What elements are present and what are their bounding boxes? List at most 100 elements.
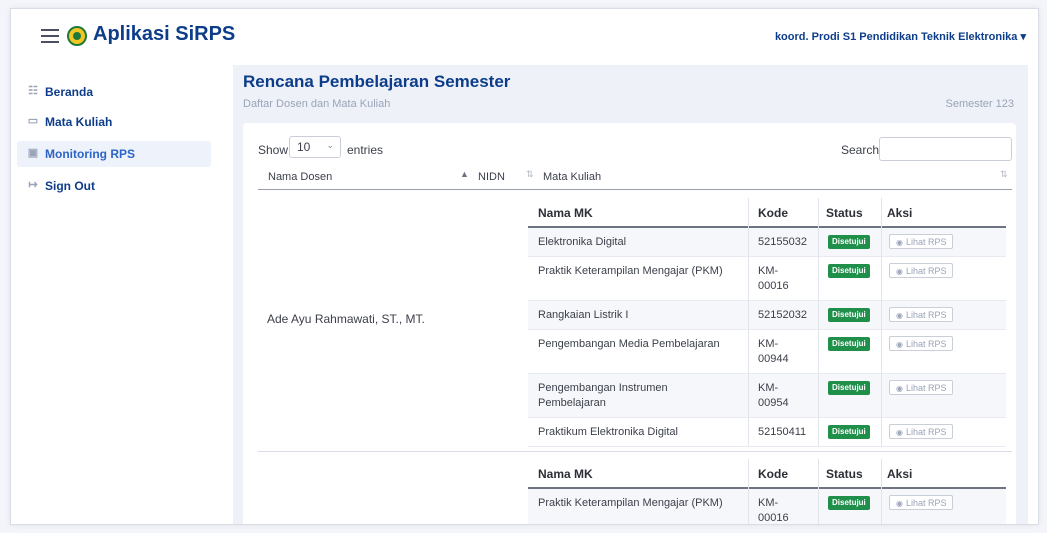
course-code: 52152032 [758, 309, 807, 321]
course-name: Rangkaian Listrik I [538, 309, 629, 321]
subtable-header-status: Status [826, 206, 863, 220]
eye-icon: ◉ [896, 340, 903, 349]
sidebar-item-label: Mata Kuliah [45, 115, 113, 129]
subtable-header-nama-mk: Nama MK [538, 467, 593, 481]
subtable-header-status: Status [826, 467, 863, 481]
column-divider [818, 198, 819, 446]
eye-icon: ◉ [896, 267, 903, 276]
course-name: Elektronika Digital [538, 236, 627, 248]
app-logo [67, 26, 87, 46]
column-header-mata-kuliah[interactable]: Mata Kuliah [543, 171, 601, 183]
eye-icon: ◉ [896, 238, 903, 247]
subtable-header-aksi: Aksi [887, 206, 913, 220]
entries-length-select[interactable]: 10 ⌄ [289, 136, 341, 158]
subtable-header-nama-mk: Nama MK [538, 206, 593, 220]
semester-label: Semester 123 [945, 98, 1014, 110]
lihat-rps-button[interactable]: ◉ Lihat RPS [889, 263, 953, 278]
sort-icon[interactable]: ⇅ [1000, 169, 1008, 180]
course-code: KM-00944 [758, 338, 789, 365]
button-label: Lihat RPS [906, 266, 947, 276]
sidebar-item-monitoring-rps[interactable]: ▣ Monitoring RPS [17, 141, 211, 167]
course-name: Praktik Keterampilan Mengajar (PKM) [538, 265, 723, 277]
status-badge: Disetujui [828, 337, 870, 351]
sidebar-item-label: Beranda [45, 85, 94, 99]
button-label: Lihat RPS [906, 237, 947, 247]
course-name: Praktikum Elektronika Digital [538, 426, 678, 438]
course-subtable: Nama MK Kode Status Aksi Elektronika Dig… [528, 198, 1006, 453]
subtable-header-aksi: Aksi [887, 467, 913, 481]
lihat-rps-button[interactable]: ◉ Lihat RPS [889, 336, 953, 351]
status-badge: Disetujui [828, 264, 870, 278]
app-window: Aplikasi SiRPS koord. Prodi S1 Pendidika… [10, 8, 1039, 525]
course-name: Pengembangan Media Pembelajaran [538, 338, 720, 350]
table-row: Praktik Keterampilan Mengajar (PKM) KM-0… [528, 489, 1006, 524]
search-input[interactable] [879, 137, 1012, 161]
subtable-header: Nama MK Kode Status Aksi [528, 198, 1006, 228]
eye-icon: ◉ [896, 311, 903, 320]
sort-asc-icon[interactable]: ▲ [460, 169, 469, 179]
table-card: Show 10 ⌄ entries Search: Nama Dosen ▲ N… [243, 123, 1016, 524]
eye-icon: ◉ [896, 499, 903, 508]
lihat-rps-button[interactable]: ◉ Lihat RPS [889, 424, 953, 439]
column-divider [818, 459, 819, 524]
dosen-name: Ade Ayu Rahmawati, ST., MT. [267, 312, 425, 326]
lihat-rps-button[interactable]: ◉ Lihat RPS [889, 380, 953, 395]
course-code: 52155032 [758, 236, 807, 248]
main-content: Rencana Pembelajaran Semester Daftar Dos… [233, 65, 1028, 524]
grid-icon: ☷ [28, 85, 38, 97]
page-subtitle: Daftar Dosen dan Mata Kuliah [243, 98, 391, 110]
sidebar-item-sign-out[interactable]: ↦ Sign Out [17, 173, 211, 199]
lihat-rps-button[interactable]: ◉ Lihat RPS [889, 307, 953, 322]
table-header: Nama Dosen ▲ NIDN ⇅ Mata Kuliah ⇅ [258, 166, 1012, 190]
sidebar: ☷ Beranda ▭ Mata Kuliah ▣ Monitoring RPS… [11, 65, 221, 524]
button-label: Lihat RPS [906, 498, 947, 508]
sort-icon[interactable]: ⇅ [526, 169, 534, 180]
sidebar-item-label: Monitoring RPS [45, 147, 135, 161]
chevron-down-icon: ⌄ [326, 140, 334, 150]
table-row: Praktikum Elektronika Digital 52150411 D… [528, 418, 1006, 447]
subtable-header-kode: Kode [758, 206, 788, 220]
course-subtable: Nama MK Kode Status Aksi Praktik Keteram… [528, 459, 1006, 524]
column-header-nama-dosen[interactable]: Nama Dosen [268, 171, 332, 183]
search-label: Search: [841, 143, 883, 157]
book-icon: ▭ [27, 115, 39, 127]
status-badge: Disetujui [828, 235, 870, 249]
table-row: Rangkaian Listrik I 52152032 Disetujui ◉… [528, 301, 1006, 330]
subtable-header: Nama MK Kode Status Aksi [528, 459, 1006, 489]
page-title: Rencana Pembelajaran Semester [243, 72, 511, 91]
status-badge: Disetujui [828, 425, 870, 439]
row-divider [258, 451, 1012, 452]
eye-icon: ◉ [896, 428, 903, 437]
button-label: Lihat RPS [906, 310, 947, 320]
table-row: Elektronika Digital 52155032 Disetujui ◉… [528, 228, 1006, 257]
monitor-icon: ▣ [27, 147, 39, 159]
hamburger-menu-icon[interactable] [41, 29, 59, 43]
course-code: 52150411 [758, 426, 807, 438]
table-row: Pengembangan Instrumen Pembelajaran KM-0… [528, 374, 1006, 418]
button-label: Lihat RPS [906, 427, 947, 437]
entries-length-value: 10 [297, 140, 311, 154]
eye-icon: ◉ [896, 384, 903, 393]
sidebar-item-mata-kuliah[interactable]: ▭ Mata Kuliah [17, 109, 211, 135]
sign-out-icon: ↦ [28, 179, 38, 191]
column-header-nidn[interactable]: NIDN [478, 171, 505, 183]
status-badge: Disetujui [828, 308, 870, 322]
lihat-rps-button[interactable]: ◉ Lihat RPS [889, 495, 953, 510]
entries-label: entries [347, 143, 384, 157]
user-menu-dropdown[interactable]: koord. Prodi S1 Pendidikan Teknik Elektr… [775, 30, 1026, 43]
subtable-header-kode: Kode [758, 467, 788, 481]
column-divider [881, 198, 882, 446]
column-divider [748, 459, 749, 524]
table-row: Pengembangan Media Pembelajaran KM-00944… [528, 330, 1006, 374]
app-title: Aplikasi SiRPS [93, 23, 236, 45]
button-label: Lihat RPS [906, 383, 947, 393]
column-divider [881, 459, 882, 524]
course-code: KM-00954 [758, 382, 789, 409]
status-badge: Disetujui [828, 381, 870, 395]
lihat-rps-button[interactable]: ◉ Lihat RPS [889, 234, 953, 249]
column-divider [748, 198, 749, 446]
table-row: Praktik Keterampilan Mengajar (PKM) KM-0… [528, 257, 1006, 301]
sidebar-item-beranda[interactable]: ☷ Beranda [17, 79, 211, 105]
course-name: Praktik Keterampilan Mengajar (PKM) [538, 497, 723, 509]
button-label: Lihat RPS [906, 339, 947, 349]
